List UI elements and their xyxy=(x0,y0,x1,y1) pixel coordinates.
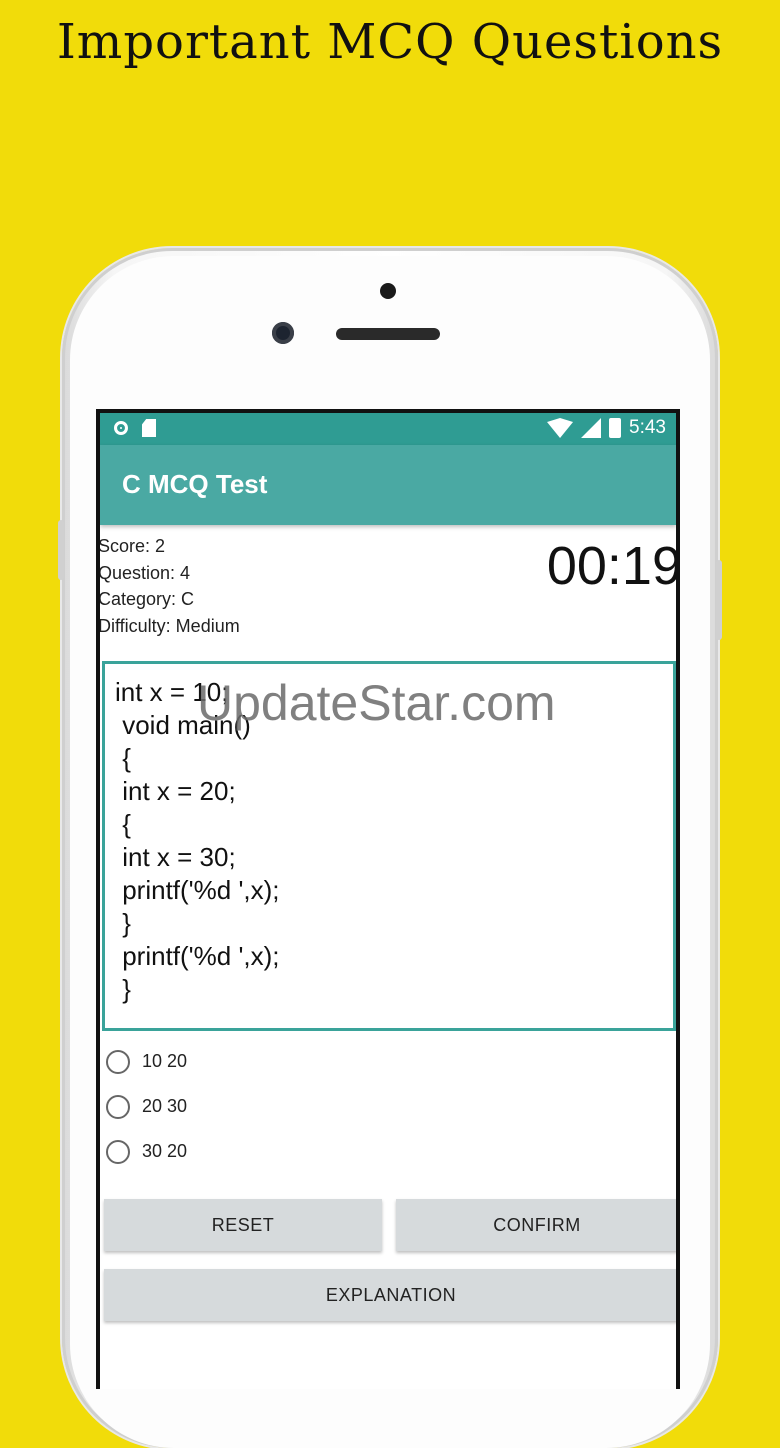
countdown-timer: 00:19 xyxy=(546,536,676,596)
sync-icon xyxy=(114,421,128,435)
quiz-info: Score: 2 Question: 4 Category: C Difficu… xyxy=(100,533,240,639)
wifi-icon xyxy=(547,418,574,438)
promo-title: Important MCQ Questions xyxy=(56,14,724,70)
question-number-text: Question: 4 xyxy=(100,562,191,583)
option-3[interactable]: 30 20 xyxy=(106,1129,187,1174)
code-line: } xyxy=(115,908,131,938)
code-line: { xyxy=(115,743,131,773)
answer-options: 10 20 20 30 30 20 xyxy=(106,1039,187,1174)
app-bar: C MCQ Test xyxy=(100,445,676,525)
category-text: Category: C xyxy=(100,589,195,609)
option-1[interactable]: 10 20 xyxy=(106,1039,187,1084)
battery-charging-icon xyxy=(609,418,622,438)
phone-screen: 5:43 C MCQ Test Score: 2 Question: 4 Cat… xyxy=(96,409,680,1389)
code-line: } xyxy=(115,974,131,1004)
watermark: UpdateStar.com xyxy=(197,675,556,731)
code-line: int x = 30; xyxy=(115,842,236,872)
status-right: 5:43 xyxy=(547,417,666,439)
reset-button[interactable]: RESET xyxy=(104,1199,382,1251)
radio-button[interactable] xyxy=(106,1094,130,1119)
app-title: C MCQ Test xyxy=(122,469,268,499)
volume-button xyxy=(58,520,64,580)
question-box: int x = 10; void main() { int x = 20; { … xyxy=(102,661,676,1031)
option-label: 10 20 xyxy=(142,1051,188,1071)
code-line: printf('%d ',x); xyxy=(115,941,280,971)
score-text: Score: 2 xyxy=(100,536,166,556)
code-line: printf('%d ',x); xyxy=(115,875,280,905)
sd-card-icon xyxy=(142,419,156,437)
explanation-button[interactable]: EXPLANATION xyxy=(104,1269,676,1321)
status-bar: 5:43 xyxy=(100,413,676,445)
radio-button[interactable] xyxy=(106,1139,130,1164)
earpiece-speaker xyxy=(336,328,440,340)
proximity-sensor xyxy=(380,283,396,299)
option-2[interactable]: 20 30 xyxy=(106,1084,187,1129)
power-button xyxy=(716,560,722,640)
code-line: int x = 20; xyxy=(115,776,236,806)
app-display: 5:43 C MCQ Test Score: 2 Question: 4 Cat… xyxy=(100,413,676,1389)
option-label: 30 20 xyxy=(142,1141,188,1161)
radio-button[interactable] xyxy=(106,1049,130,1074)
code-line: { xyxy=(115,809,131,839)
option-label: 20 30 xyxy=(142,1096,188,1116)
status-time: 5:43 xyxy=(629,417,666,438)
confirm-button[interactable]: CONFIRM xyxy=(396,1199,676,1251)
status-left xyxy=(114,419,156,437)
front-camera xyxy=(272,322,294,344)
difficulty-text: Difficulty: Medium xyxy=(100,615,240,636)
signal-icon xyxy=(581,418,602,438)
